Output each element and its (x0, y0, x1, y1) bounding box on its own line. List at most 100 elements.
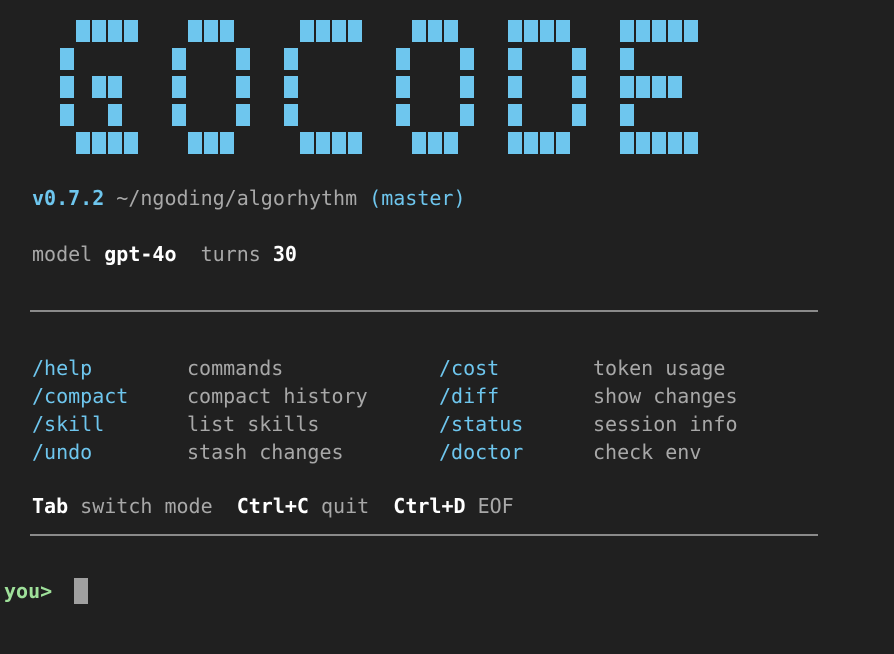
logo-pixel (620, 48, 634, 70)
logo-pixel (412, 132, 426, 154)
logo-pixel (236, 104, 250, 126)
logo-pixel (524, 20, 538, 42)
logo-pixel (300, 20, 314, 42)
logo-pixel (652, 20, 666, 42)
command-row: /compact compact history /diff show chan… (32, 382, 812, 410)
logo-pixel (428, 132, 442, 154)
logo-pixel (108, 104, 122, 126)
logo-pixel (124, 132, 138, 154)
logo-pixel (76, 20, 90, 42)
logo-pixel (60, 76, 74, 98)
logo-pixel (236, 76, 250, 98)
logo-pixel (524, 132, 538, 154)
command-description: check env (593, 440, 702, 464)
logo-pixel (508, 20, 522, 42)
branch-label: (master) (369, 186, 466, 210)
logo-pixel (460, 76, 474, 98)
model-value: gpt-4o (104, 242, 177, 266)
logo-pixel (60, 104, 74, 126)
logo-pixel (348, 20, 362, 42)
command-description: show changes (593, 384, 738, 408)
logo-pixel (444, 20, 458, 42)
logo-pixel (284, 104, 298, 126)
command-undo: /undo (32, 440, 93, 464)
logo-pixel (540, 20, 554, 42)
gocode-logo (60, 20, 770, 156)
logo-pixel (444, 132, 458, 154)
logo-pixel (572, 48, 586, 70)
logo-pixel (556, 132, 570, 154)
logo-pixel (460, 48, 474, 70)
command-description: compact history (187, 384, 368, 408)
logo-pixel (204, 132, 218, 154)
command-description: token usage (593, 356, 726, 380)
logo-pixel (396, 48, 410, 70)
logo-pixel (172, 76, 186, 98)
logo-pixel (332, 20, 346, 42)
command-status: /status (439, 412, 524, 436)
logo-pixel (108, 20, 122, 42)
logo-pixel (316, 20, 330, 42)
logo-pixel (636, 76, 650, 98)
logo-pixel (652, 132, 666, 154)
shortcut-line: Tab switch mode Ctrl+C quit Ctrl+D EOF (32, 494, 514, 518)
shortcut-key-tab: Tab (32, 494, 69, 518)
command-list: /help commands /cost token usage /compac… (32, 354, 812, 466)
logo-pixel (684, 132, 698, 154)
turns-label: turns (200, 242, 261, 266)
logo-pixel (332, 132, 346, 154)
command-description: commands (187, 356, 284, 380)
logo-pixel (316, 132, 330, 154)
logo-pixel (284, 48, 298, 70)
logo-pixel (396, 104, 410, 126)
logo-pixel (92, 132, 106, 154)
command-cost: /cost (439, 356, 500, 380)
logo-pixel (92, 76, 106, 98)
divider-top (30, 310, 818, 312)
shortcut-description: EOF (477, 494, 514, 518)
logo-pixel (220, 20, 234, 42)
logo-pixel (668, 132, 682, 154)
command-compact: /compact (32, 384, 129, 408)
logo-pixel (620, 132, 634, 154)
logo-pixel (620, 20, 634, 42)
logo-pixel (668, 76, 682, 98)
logo-pixel (652, 76, 666, 98)
logo-pixel (508, 48, 522, 70)
command-diff: /diff (439, 384, 500, 408)
logo-pixel (556, 20, 570, 42)
turns-value: 30 (272, 242, 297, 266)
logo-pixel (236, 48, 250, 70)
command-row: /skill list skills /status session info (32, 410, 812, 438)
status-line: v0.7.2 ~/ngoding/algorhythm (master) (32, 186, 466, 210)
model-line: model gpt-4o turns 30 (32, 242, 297, 266)
logo-pixel (412, 20, 426, 42)
logo-pixel (108, 132, 122, 154)
prompt-label: you> (4, 579, 53, 603)
logo-pixel (684, 20, 698, 42)
shortcut-key-ctrl-c: Ctrl+C (236, 494, 309, 518)
logo-pixel (284, 76, 298, 98)
input-cursor[interactable] (74, 578, 88, 604)
logo-pixel (172, 48, 186, 70)
logo-pixel (460, 104, 474, 126)
logo-pixel (508, 76, 522, 98)
logo-pixel (188, 20, 202, 42)
logo-pixel (204, 20, 218, 42)
logo-pixel (572, 104, 586, 126)
command-row: /help commands /cost token usage (32, 354, 812, 382)
command-doctor: /doctor (439, 440, 524, 464)
command-description: stash changes (187, 440, 344, 464)
shortcut-description: switch mode (80, 494, 213, 518)
shortcut-key-ctrl-d: Ctrl+D (393, 494, 466, 518)
logo-pixel (92, 20, 106, 42)
logo-pixel (188, 132, 202, 154)
logo-pixel (300, 132, 314, 154)
logo-pixel (396, 76, 410, 98)
path-label: ~/ngoding/algorhythm (116, 186, 358, 210)
logo-pixel (636, 132, 650, 154)
logo-pixel (572, 76, 586, 98)
logo-pixel (540, 132, 554, 154)
logo-pixel (620, 104, 634, 126)
logo-pixel (172, 104, 186, 126)
